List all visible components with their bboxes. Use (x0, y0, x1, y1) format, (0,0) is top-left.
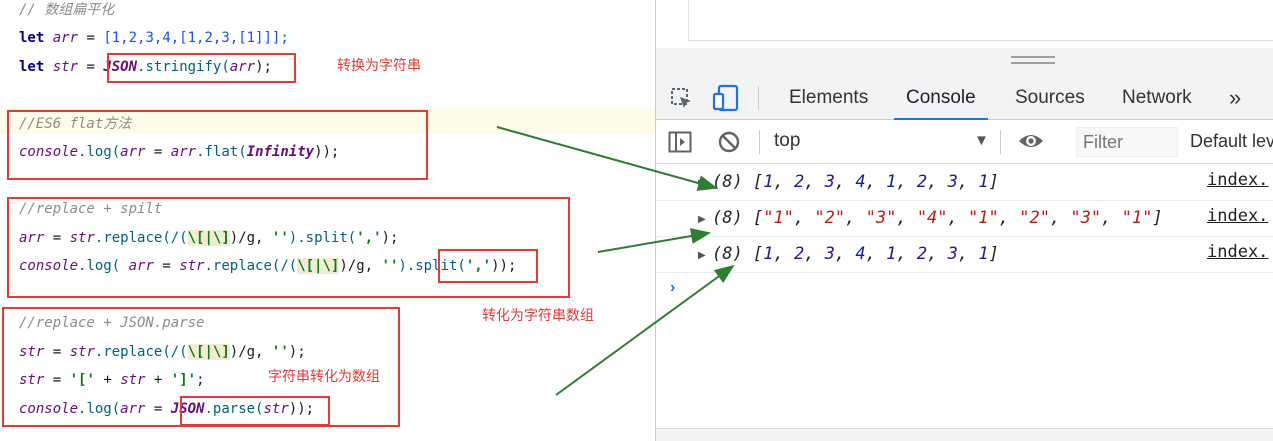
console-log-row[interactable]: ▶ (8) [1, 2, 3, 4, 1, 2, 3, 1] index. (656, 165, 1273, 201)
grip-line-icon (1011, 62, 1055, 64)
page-content-area (688, 0, 1273, 41)
more-tabs-icon[interactable]: » (1229, 76, 1241, 120)
flat-method-box (7, 110, 428, 180)
code-editor[interactable]: // 数组扁平化 let arr = [1,2,3,4,[1,2,3,[1]]]… (0, 0, 655, 441)
eye-icon[interactable] (1017, 130, 1045, 157)
inspect-element-icon[interactable] (670, 87, 694, 116)
tab-network[interactable]: Network (1122, 76, 1192, 120)
chevron-down-icon[interactable]: ▼ (974, 132, 989, 149)
console-prompt-icon[interactable]: › (670, 279, 675, 297)
code-line-2: let arr = [1,2,3,4,[1,2,3,[1]]]; (19, 30, 289, 46)
code-line-1: // 数组扁平化 (19, 2, 115, 18)
device-toolbar-icon[interactable] (712, 84, 740, 117)
devtools-panel: Elements Console Sources Network » top ▼… (655, 0, 1273, 441)
json-stringify-highlight-box (107, 53, 296, 83)
clear-console-icon[interactable] (717, 130, 741, 159)
filter-input[interactable] (1076, 127, 1178, 157)
source-link[interactable]: index. (1207, 206, 1268, 226)
drawer-bar (656, 428, 1273, 441)
page-viewport (656, 0, 1273, 48)
log-array-preview: (8) [1, 2, 3, 4, 1, 2, 3, 1] (712, 244, 999, 264)
console-log-row[interactable]: ▶ (8) ["1", "2", "3", "4", "1", "2", "3"… (656, 201, 1273, 237)
log-array-preview: (8) ["1", "2", "3", "4", "1", "2", "3", … (712, 208, 1163, 228)
annotation-to-string: 转换为字符串 (337, 58, 421, 74)
grip-line-icon (1011, 56, 1055, 58)
annotation-to-string-array: 转化为字符串数组 (482, 308, 594, 324)
toolbar-divider (758, 86, 759, 110)
log-array-preview: (8) [1, 2, 3, 4, 1, 2, 3, 1] (712, 172, 999, 192)
devtools-resize-handle[interactable] (656, 48, 1273, 76)
devtools-tab-bar: Elements Console Sources Network » (656, 76, 1273, 120)
console-log-row[interactable]: ▶ (8) [1, 2, 3, 4, 1, 2, 3, 1] index. (656, 237, 1273, 273)
annotation-string-to-array: 字符串转化为数组 (268, 369, 380, 385)
split-call-highlight-box (438, 249, 538, 283)
toolbar-divider (1000, 130, 1001, 154)
log-levels-dropdown[interactable]: Default levels (1190, 131, 1273, 152)
tab-sources[interactable]: Sources (1015, 76, 1085, 120)
console-toolbar: top ▼ Default levels (656, 121, 1273, 164)
source-link[interactable]: index. (1207, 170, 1268, 190)
tab-elements[interactable]: Elements (789, 76, 868, 120)
json-parse-highlight-box (180, 396, 330, 426)
sidebar-toggle-icon[interactable] (668, 131, 692, 158)
execution-context-selector[interactable]: top (774, 130, 800, 152)
toolbar-divider (759, 130, 760, 154)
source-link[interactable]: index. (1207, 242, 1268, 262)
tab-console[interactable]: Console (894, 76, 988, 120)
